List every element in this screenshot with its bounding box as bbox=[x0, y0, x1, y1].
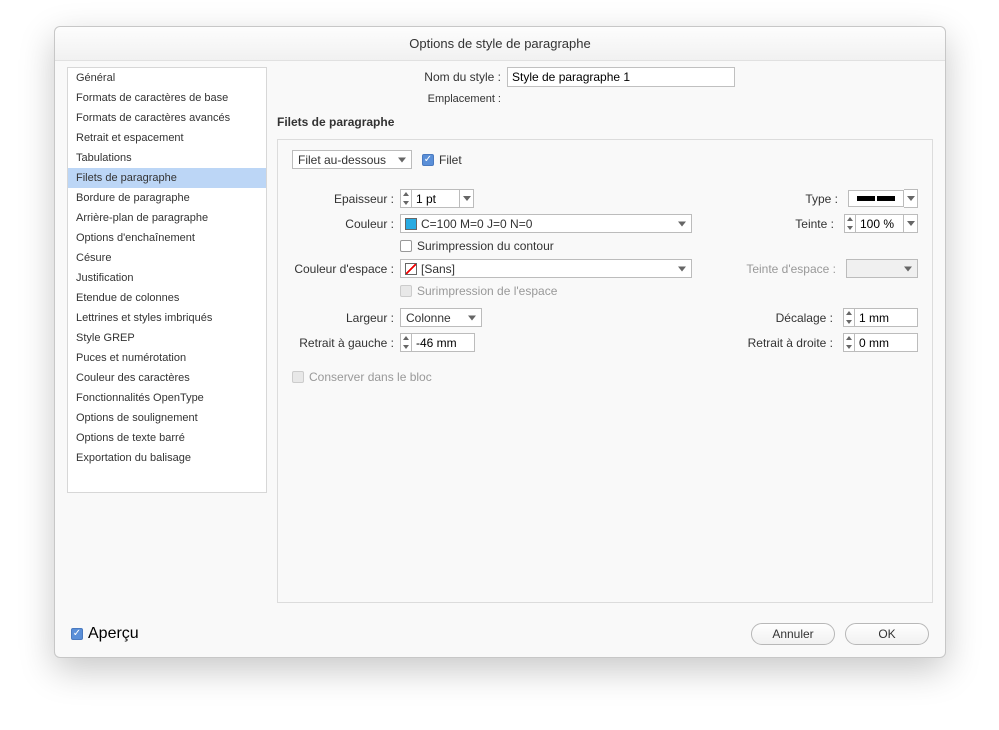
sidebar-item[interactable]: Style GREP bbox=[68, 328, 266, 348]
teinte-input[interactable] bbox=[856, 214, 904, 233]
sidebar-item[interactable]: Options d'enchaînement bbox=[68, 228, 266, 248]
retrait-droite-label: Retrait à droite : bbox=[748, 336, 839, 350]
retrait-gauche-label: Retrait à gauche : bbox=[292, 336, 400, 350]
surimpression-espace-label: Surimpression de l'espace bbox=[417, 284, 557, 298]
swatch-cyan-icon bbox=[405, 218, 417, 230]
surimpression-espace-checkbox bbox=[400, 285, 412, 297]
sidebar-item[interactable]: Options de soulignement bbox=[68, 408, 266, 428]
cancel-button[interactable]: Annuler bbox=[751, 623, 835, 645]
largeur-select[interactable]: Colonne bbox=[400, 308, 482, 327]
type-dropdown[interactable] bbox=[904, 189, 918, 208]
apercu-checkbox[interactable] bbox=[71, 628, 83, 640]
sidebar-item[interactable]: Fonctionnalités OpenType bbox=[68, 388, 266, 408]
paragraph-style-dialog: Options de style de paragraphe GénéralFo… bbox=[54, 26, 946, 658]
style-name-input[interactable] bbox=[507, 67, 735, 87]
decalage-label: Décalage : bbox=[776, 311, 839, 325]
sidebar-item[interactable]: Général bbox=[68, 68, 266, 88]
epaisseur-label: Epaisseur : bbox=[292, 192, 400, 206]
retrait-droite-spinner[interactable] bbox=[843, 333, 855, 352]
type-label: Type : bbox=[805, 192, 844, 206]
couleur-label: Couleur : bbox=[292, 217, 400, 231]
section-title: Filets de paragraphe bbox=[277, 115, 933, 129]
teinte-espace-label: Teinte d'espace : bbox=[746, 262, 842, 276]
conserver-label: Conserver dans le bloc bbox=[309, 370, 432, 384]
epaisseur-input[interactable] bbox=[412, 189, 460, 208]
couleur-espace-select[interactable]: [Sans] bbox=[400, 259, 692, 278]
sidebar-item[interactable]: Lettrines et styles imbriqués bbox=[68, 308, 266, 328]
ok-button[interactable]: OK bbox=[845, 623, 929, 645]
epaisseur-dropdown[interactable] bbox=[460, 189, 474, 208]
rule-position-select[interactable]: Filet au-dessous bbox=[292, 150, 412, 169]
decalage-input[interactable] bbox=[855, 308, 918, 327]
teinte-spinner[interactable] bbox=[844, 214, 856, 233]
largeur-label: Largeur : bbox=[292, 311, 400, 325]
sidebar-item[interactable]: Etendue de colonnes bbox=[68, 288, 266, 308]
teinte-label: Teinte : bbox=[795, 217, 840, 231]
retrait-droite-input[interactable] bbox=[855, 333, 918, 352]
sidebar-item[interactable]: Formats de caractères de base bbox=[68, 88, 266, 108]
couleur-select[interactable]: C=100 M=0 J=0 N=0 bbox=[400, 214, 692, 233]
retrait-gauche-input[interactable] bbox=[412, 333, 475, 352]
filet-checkbox[interactable] bbox=[422, 154, 434, 166]
sidebar-item[interactable]: Options de texte barré bbox=[68, 428, 266, 448]
dialog-footer: Aperçu Annuler OK bbox=[55, 611, 945, 657]
sidebar-item[interactable]: Puces et numérotation bbox=[68, 348, 266, 368]
filet-label: Filet bbox=[439, 153, 462, 167]
sidebar-item[interactable]: Tabulations bbox=[68, 148, 266, 168]
sidebar: GénéralFormats de caractères de baseForm… bbox=[67, 67, 267, 493]
style-name-label: Nom du style : bbox=[415, 70, 507, 84]
conserver-checkbox bbox=[292, 371, 304, 383]
main-panel: Nom du style : Emplacement : Filets de p… bbox=[277, 67, 933, 603]
type-swatch[interactable] bbox=[848, 190, 904, 207]
teinte-dropdown[interactable] bbox=[904, 214, 918, 233]
sidebar-item[interactable]: Couleur des caractères bbox=[68, 368, 266, 388]
epaisseur-spinner[interactable] bbox=[400, 189, 412, 208]
swatch-none-icon bbox=[405, 263, 417, 275]
decalage-spinner[interactable] bbox=[843, 308, 855, 327]
sidebar-item[interactable]: Filets de paragraphe bbox=[68, 168, 266, 188]
retrait-gauche-spinner[interactable] bbox=[400, 333, 412, 352]
section-box: Filet au-dessous Filet Epaisseur : Type … bbox=[277, 139, 933, 603]
teinte-espace-select bbox=[846, 259, 918, 278]
dialog-title: Options de style de paragraphe bbox=[55, 27, 945, 61]
apercu-label: Aperçu bbox=[88, 625, 139, 643]
sidebar-item[interactable]: Justification bbox=[68, 268, 266, 288]
sidebar-item[interactable]: Formats de caractères avancés bbox=[68, 108, 266, 128]
sidebar-item[interactable]: Césure bbox=[68, 248, 266, 268]
sidebar-item[interactable]: Arrière-plan de paragraphe bbox=[68, 208, 266, 228]
sidebar-item[interactable]: Exportation du balisage bbox=[68, 448, 266, 468]
sidebar-item[interactable]: Bordure de paragraphe bbox=[68, 188, 266, 208]
location-label: Emplacement : bbox=[415, 93, 507, 105]
surimpression-contour-checkbox[interactable] bbox=[400, 240, 412, 252]
surimpression-contour-label: Surimpression du contour bbox=[417, 239, 554, 253]
sidebar-item[interactable]: Retrait et espacement bbox=[68, 128, 266, 148]
dialog-content: GénéralFormats de caractères de baseForm… bbox=[55, 61, 945, 611]
couleur-espace-label: Couleur d'espace : bbox=[292, 262, 400, 276]
